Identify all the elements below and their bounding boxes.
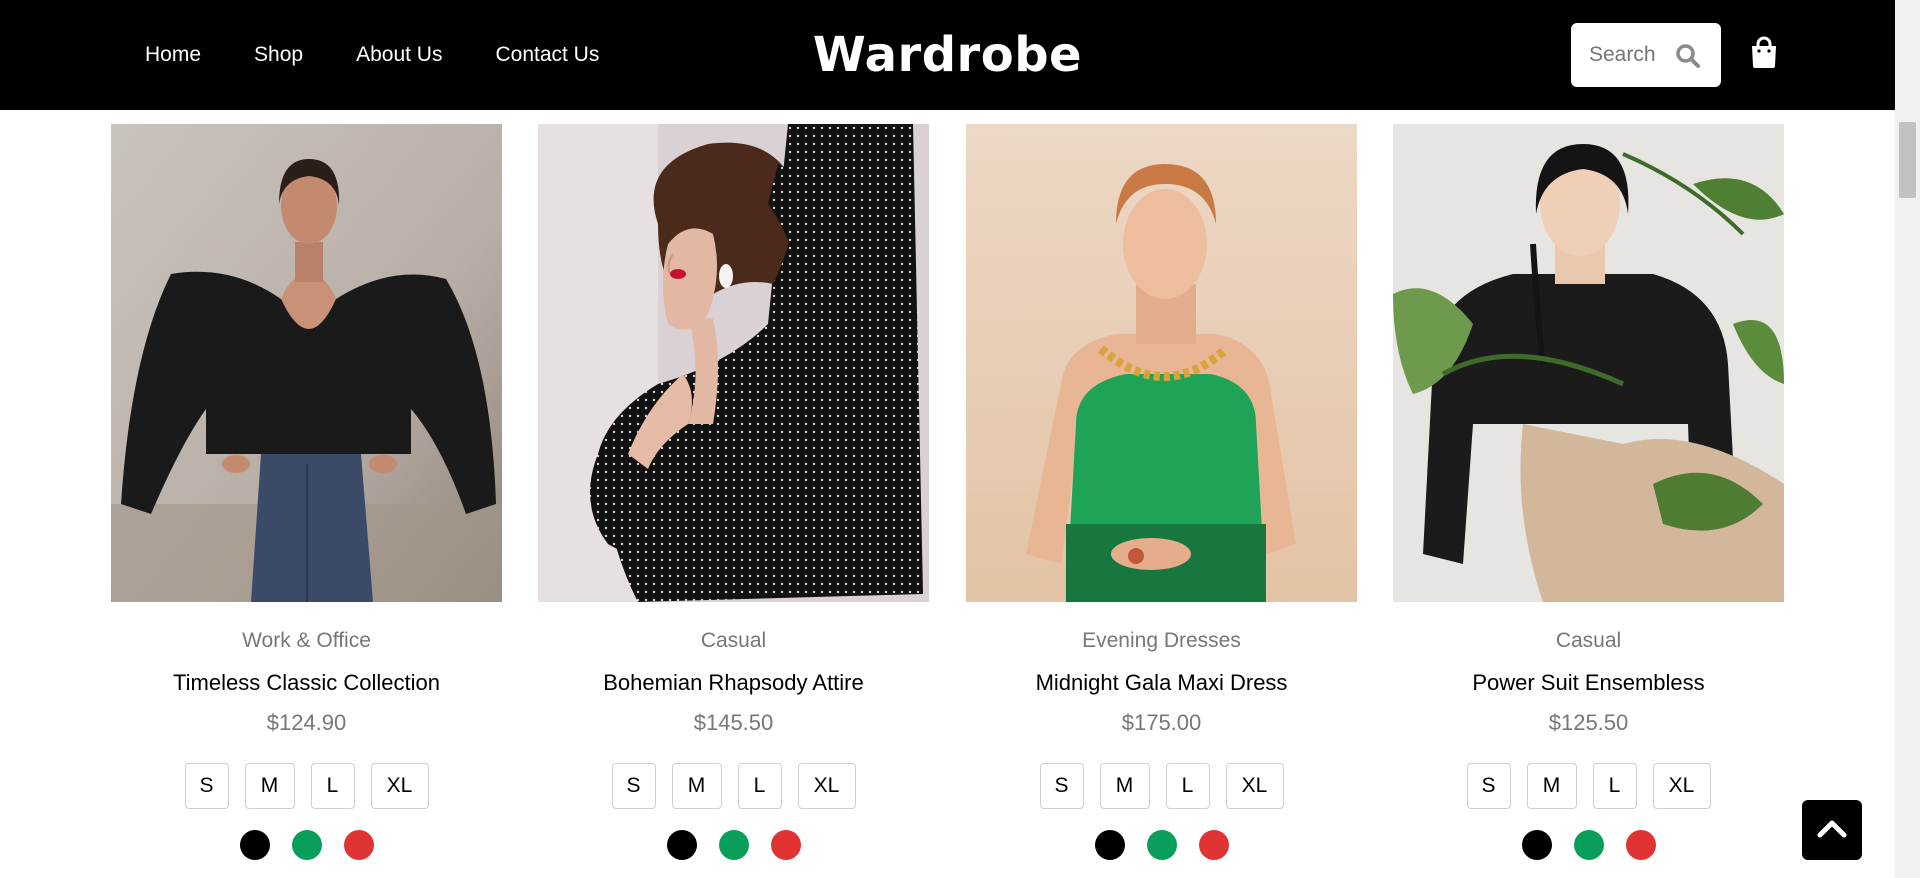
color-swatch-green[interactable] (1146, 830, 1177, 860)
color-swatch-red[interactable] (1625, 830, 1656, 860)
search-icon[interactable] (1675, 43, 1701, 74)
main-nav: Home Shop About Us Contact Us (145, 0, 652, 110)
size-option-s[interactable]: S (1039, 763, 1084, 809)
nav-link-contact-us[interactable]: Contact Us (495, 43, 599, 67)
size-option-l[interactable]: L (737, 763, 782, 809)
size-option-m[interactable]: M (1526, 763, 1577, 809)
size-option-xl[interactable]: XL (1225, 763, 1284, 809)
product-price: $175.00 (1121, 710, 1202, 735)
product-card[interactable]: Work & Office Timeless Classic Collectio… (111, 124, 502, 860)
color-swatch-red[interactable] (1198, 830, 1229, 860)
scrollbar-thumb[interactable] (1899, 122, 1916, 198)
size-options: S M L XL (111, 763, 502, 809)
product-name[interactable]: Power Suit Ensembless (1393, 668, 1784, 698)
color-options (966, 830, 1357, 860)
color-options (538, 830, 929, 860)
product-photo[interactable] (1393, 124, 1784, 602)
product-price: $124.90 (266, 710, 347, 735)
color-options (111, 830, 502, 860)
size-options: S M L XL (966, 763, 1357, 809)
size-option-l[interactable]: L (1165, 763, 1210, 809)
color-swatch-green[interactable] (718, 830, 749, 860)
product-category: Casual (1555, 629, 1622, 652)
product-card[interactable]: Evening Dresses Midnight Gala Maxi Dress… (966, 124, 1357, 860)
chevron-up-icon (1817, 818, 1847, 843)
product-category: Casual (700, 629, 767, 652)
product-photo[interactable] (538, 124, 929, 602)
nav-link-shop[interactable]: Shop (254, 43, 303, 67)
top-navigation-bar: Home Shop About Us Contact Us Wardrobe (0, 0, 1895, 110)
search-box[interactable] (1571, 23, 1721, 87)
color-swatch-black[interactable] (1094, 830, 1125, 860)
nav-link-about-us[interactable]: About Us (356, 43, 442, 67)
product-price: $145.50 (693, 710, 774, 735)
product-name[interactable]: Bohemian Rhapsody Attire (538, 668, 929, 698)
scroll-to-top-button[interactable] (1802, 800, 1862, 860)
color-swatch-red[interactable] (343, 830, 374, 860)
size-option-s[interactable]: S (1466, 763, 1511, 809)
size-option-s[interactable]: S (184, 763, 229, 809)
shopping-bag-icon[interactable] (1750, 36, 1778, 73)
product-photo[interactable] (111, 124, 502, 602)
color-options (1393, 830, 1784, 860)
size-option-xl[interactable]: XL (1652, 763, 1711, 809)
size-option-m[interactable]: M (1099, 763, 1150, 809)
size-option-l[interactable]: L (310, 763, 355, 809)
product-category: Evening Dresses (1082, 629, 1241, 652)
size-option-s[interactable]: S (611, 763, 656, 809)
size-option-m[interactable]: M (244, 763, 295, 809)
nav-link-home[interactable]: Home (145, 43, 201, 67)
product-card[interactable]: Casual Power Suit Ensembless $125.50 S M… (1393, 124, 1784, 860)
search-input[interactable] (1587, 42, 1671, 68)
size-options: S M L XL (538, 763, 929, 809)
size-option-m[interactable]: M (671, 763, 722, 809)
size-option-xl[interactable]: XL (370, 763, 429, 809)
product-name[interactable]: Midnight Gala Maxi Dress (966, 668, 1357, 698)
color-swatch-black[interactable] (1521, 830, 1552, 860)
color-swatch-green[interactable] (291, 830, 322, 860)
product-price: $125.50 (1548, 710, 1629, 735)
product-name[interactable]: Timeless Classic Collection (111, 668, 502, 698)
product-photo[interactable] (966, 124, 1357, 602)
color-swatch-green[interactable] (1573, 830, 1604, 860)
size-option-l[interactable]: L (1592, 763, 1637, 809)
product-card[interactable]: Casual Bohemian Rhapsody Attire $145.50 … (538, 124, 929, 860)
size-option-xl[interactable]: XL (797, 763, 856, 809)
color-swatch-red[interactable] (770, 830, 801, 860)
color-swatch-black[interactable] (239, 830, 270, 860)
color-swatch-black[interactable] (666, 830, 697, 860)
size-options: S M L XL (1393, 763, 1784, 809)
product-category: Work & Office (242, 629, 371, 652)
